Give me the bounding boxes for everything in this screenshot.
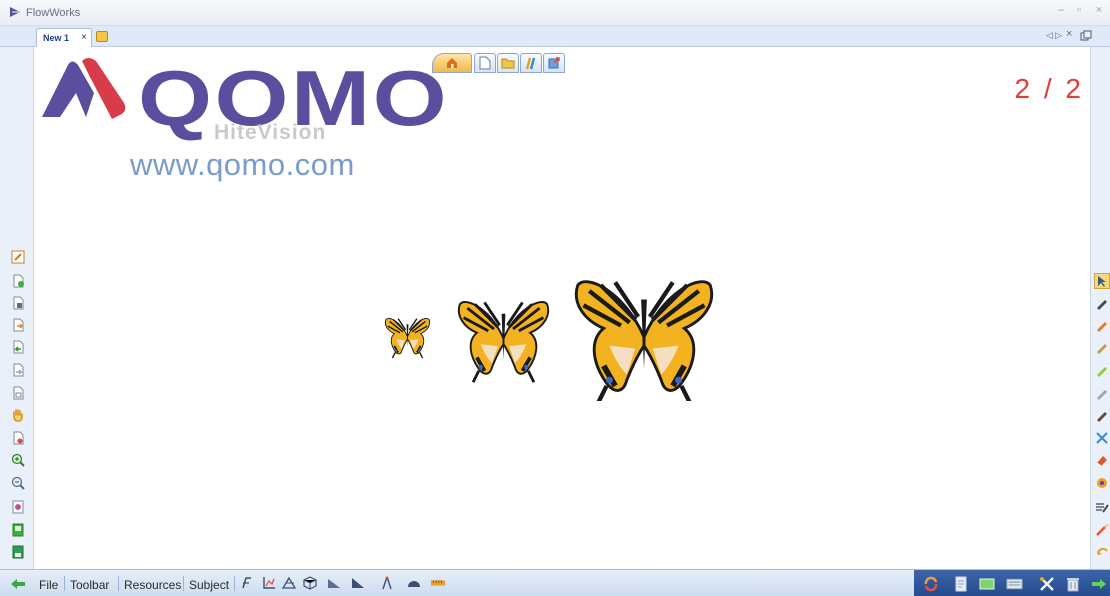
screen-icon[interactable] xyxy=(978,575,995,592)
soft-pen-icon[interactable] xyxy=(1094,385,1110,401)
select-arrow-icon[interactable] xyxy=(1094,273,1110,289)
tab-close-button[interactable]: × xyxy=(81,32,87,43)
logo-hitevision-text: HiteVision xyxy=(214,121,327,144)
page-find-icon[interactable] xyxy=(10,430,26,446)
minimize-button[interactable]: – xyxy=(1054,4,1068,16)
toolbar-menu[interactable]: Toolbar xyxy=(70,578,109,592)
qomo-logo-mark xyxy=(42,58,126,119)
function-tool-icon[interactable] xyxy=(240,576,254,590)
file-menu[interactable]: File xyxy=(39,578,58,592)
trash-icon[interactable] xyxy=(1064,575,1081,592)
butterfly-images-group[interactable] xyxy=(380,261,720,401)
tab-strip-close-button[interactable]: × xyxy=(1066,28,1072,40)
highlighter-icon[interactable] xyxy=(1094,339,1110,355)
menu-separator xyxy=(183,576,184,591)
page-sorter-icon[interactable] xyxy=(10,385,26,401)
calligraphy-pen-icon[interactable] xyxy=(1094,407,1110,423)
import-page-icon[interactable] xyxy=(10,317,26,333)
butterfly-large[interactable] xyxy=(576,282,711,401)
next-page-icon[interactable] xyxy=(10,362,26,378)
brush-icon[interactable] xyxy=(1094,317,1110,333)
qomo-logo: QOMO HiteVision www.qomo.com xyxy=(38,51,447,193)
whiteboard-canvas[interactable]: QOMO HiteVision www.qomo.com 2 / 2 xyxy=(34,47,1090,569)
tab-prev-arrow[interactable]: ◁ xyxy=(1046,30,1053,41)
tab-new-1[interactable]: New 1 × xyxy=(36,28,92,47)
pen-icon[interactable] xyxy=(1094,295,1110,311)
maximize-button[interactable]: ▫ xyxy=(1072,4,1086,16)
tools-icon[interactable] xyxy=(1038,575,1055,592)
back-arrow-icon[interactable] xyxy=(10,577,26,591)
logo-url-text: www.qomo.com xyxy=(130,147,355,182)
ruler-icon[interactable] xyxy=(431,576,445,590)
keyboard-icon[interactable] xyxy=(1006,575,1023,592)
zoom-in-icon[interactable] xyxy=(10,452,26,468)
compass-icon[interactable] xyxy=(380,576,394,590)
new-page-icon[interactable] xyxy=(10,273,26,289)
restore-window-icon[interactable] xyxy=(1080,30,1092,42)
zoom-out-icon[interactable] xyxy=(10,475,26,491)
tab-next-arrow[interactable]: ▷ xyxy=(1055,30,1062,41)
export-icon[interactable] xyxy=(543,53,565,73)
set-square-icon[interactable] xyxy=(351,576,365,590)
text-icon[interactable] xyxy=(1094,499,1110,515)
close-window-button[interactable]: × xyxy=(1092,4,1106,16)
subject-menu[interactable]: Subject xyxy=(189,578,229,592)
background-icon[interactable] xyxy=(10,499,26,515)
3d-shape-tool-icon[interactable] xyxy=(303,576,317,590)
menu-separator xyxy=(234,576,235,591)
page-counter: 2 / 2 xyxy=(1014,73,1084,104)
tab-label: New 1 xyxy=(43,33,70,43)
eraser-icon[interactable] xyxy=(1094,452,1110,468)
laser-pen-icon[interactable] xyxy=(1094,362,1110,378)
edit-page-icon[interactable] xyxy=(10,249,26,265)
bottom-toolbar: File Toolbar Resources Subject xyxy=(0,569,1110,596)
window-title: FlowWorks xyxy=(26,7,81,19)
butterfly-medium[interactable] xyxy=(456,300,551,385)
title-bar: FlowWorks – ▫ × xyxy=(0,0,1110,26)
menu-separator xyxy=(64,576,65,591)
document-icon[interactable] xyxy=(952,575,969,592)
bottom-right-panel xyxy=(914,570,1110,596)
tab-strip: New 1 × ◁ ▷ × xyxy=(0,26,1110,47)
folder-icon[interactable] xyxy=(497,53,519,73)
pens-icon[interactable] xyxy=(520,53,542,73)
refresh-icon[interactable] xyxy=(922,575,939,592)
triangle-ruler-icon[interactable] xyxy=(327,576,341,590)
undo-icon[interactable] xyxy=(1094,544,1110,560)
forward-arrow-icon[interactable] xyxy=(1090,575,1107,592)
flowworks-window: FlowWorks – ▫ × New 1 × ◁ ▷ × QOMO HiteV… xyxy=(0,0,1110,596)
resources-menu[interactable]: Resources xyxy=(124,578,181,592)
save-icon[interactable] xyxy=(10,544,26,560)
left-toolbar xyxy=(0,47,34,569)
shape-recognition-icon[interactable] xyxy=(1094,430,1110,446)
right-toolbar xyxy=(1090,47,1110,569)
coordinate-tool-icon[interactable] xyxy=(262,576,276,590)
home-icon[interactable] xyxy=(432,53,472,73)
previous-page-icon[interactable] xyxy=(10,339,26,355)
protractor-icon[interactable] xyxy=(407,576,421,590)
page-icon[interactable] xyxy=(474,53,496,73)
blank-page-icon[interactable] xyxy=(10,295,26,311)
menu-separator xyxy=(118,576,119,591)
screenshot-icon[interactable] xyxy=(10,522,26,538)
flowworks-app-icon xyxy=(10,7,20,17)
butterfly-small[interactable] xyxy=(384,317,431,360)
hand-pan-icon[interactable] xyxy=(10,407,26,423)
magic-pen-icon[interactable] xyxy=(1094,522,1110,538)
fill-icon[interactable] xyxy=(1094,475,1110,491)
new-tab-folder-icon[interactable] xyxy=(96,31,108,42)
geometry-tool-icon[interactable] xyxy=(282,576,296,590)
